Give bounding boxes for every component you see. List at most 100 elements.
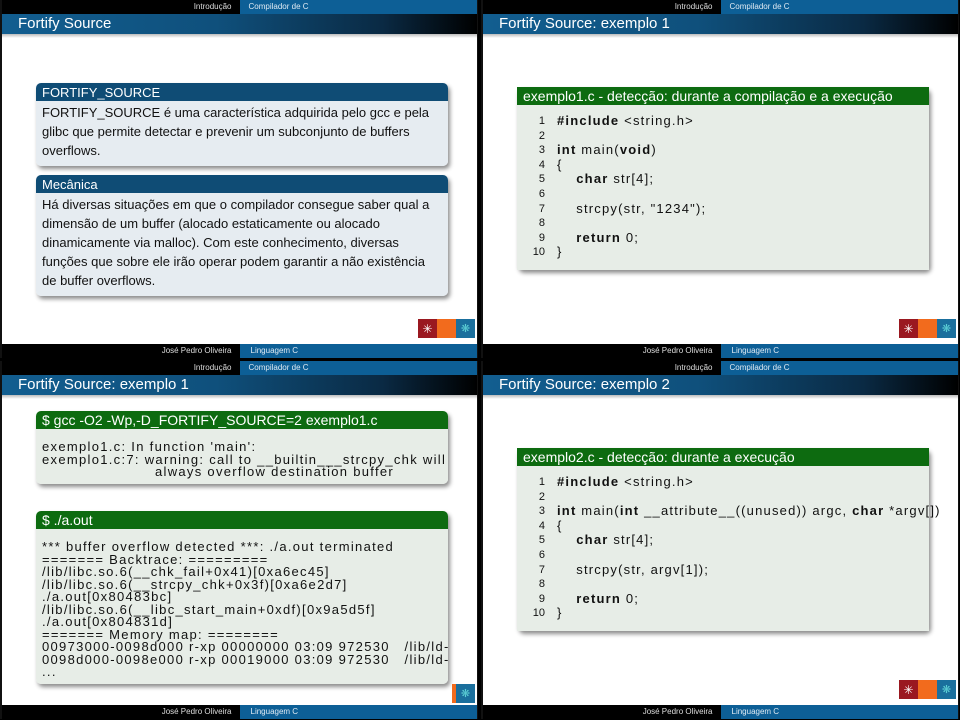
code-line: 4{ [539, 518, 923, 534]
terminal-line: /lib/libc.so.6(__libc_start_main+0xdf)[0… [42, 601, 376, 617]
code-text: 0; [621, 590, 640, 606]
line-number: 4 [538, 158, 545, 171]
code-line: 1 #include <string.h> [539, 113, 923, 129]
terminal-line: 00973000-0098d000 r-xp 00000000 03:09 97… [42, 639, 448, 654]
block-title: FORTIFY_SOURCE [36, 83, 448, 101]
code-line: 5 char str[4]; [539, 532, 923, 548]
nav-section-link[interactable]: Introdução [483, 0, 721, 14]
code-keyword: return [576, 229, 622, 245]
code-text: str[4]; [608, 532, 655, 548]
slide-title: Fortify Source: exemplo 1 [483, 14, 958, 38]
code-line: 10} [533, 605, 923, 621]
footer-author: José Pedro Oliveira [483, 705, 721, 719]
run-block: $ ./a.out *** buffer overflow detected *… [36, 511, 448, 684]
header-nav: Introdução Compilador de C [483, 361, 958, 375]
code-line: 6 [539, 187, 923, 202]
terminal-line: always overflow destination buffer [42, 464, 395, 479]
run-command: $ ./a.out [36, 511, 448, 529]
code-listing: 1 #include <string.h> 2 3 int main(int __att… [517, 466, 940, 631]
nav-section-link[interactable]: Introdução [2, 0, 240, 14]
university-logo-icon: ✳ [899, 319, 918, 338]
network-logo-icon: ❋ [456, 684, 475, 703]
code-line: 7 strcpy(str, argv[1]); [539, 562, 923, 578]
logo-strip: ✳ ❋ [899, 680, 956, 699]
footer-course: Linguagem C [239, 344, 477, 358]
logo-strip: ✳ ❋ [899, 319, 956, 338]
code-line: 6 [539, 548, 923, 563]
code-text: __attribute__((unused)) argc, [639, 503, 853, 519]
code-line: 2 [539, 490, 923, 505]
terminal-line: *** buffer overflow detected ***: ./a.ou… [42, 539, 395, 554]
code-text: ) [651, 142, 657, 158]
line-number: 6 [538, 187, 545, 200]
line-number: 1 [538, 115, 545, 127]
terminal-line: /lib/libc.so.6(__strcpy_chk+0x3f)[0xa6e2… [42, 576, 348, 592]
slide-title: Fortify Source [2, 14, 477, 38]
header-nav: Introdução Compilador de C [483, 0, 958, 14]
line-number: 10 [532, 607, 545, 620]
footer-course: Linguagem C [720, 705, 958, 719]
code-line: 2 [539, 129, 923, 144]
code-line: 9 return 0; [539, 590, 923, 607]
header-nav: Introdução Compilador de C [2, 0, 477, 14]
network-logo-icon: ❋ [937, 680, 956, 699]
footer-nav: José Pedro Oliveira Linguagem C [2, 344, 477, 358]
terminal-line: 0098d000-0098e000 r-xp 00019000 03:09 97… [42, 651, 448, 667]
line-number: 10 [532, 246, 545, 259]
line-number: 5 [538, 534, 545, 547]
line-number: 1 [538, 476, 545, 488]
code-line: 7 strcpy(str, "1234"); [539, 200, 923, 217]
code-keyword: char [852, 503, 885, 519]
university-logo-icon: ✳ [418, 319, 437, 338]
footer-course: Linguagem C [720, 344, 958, 358]
pentagon-logo-icon [918, 680, 937, 699]
line-number: 3 [538, 144, 545, 157]
slide-exemplo-1-run: Introdução Compilador de C Fortify Sourc… [0, 361, 478, 719]
line-number: 2 [538, 490, 545, 503]
code-text: str[4]; [608, 171, 655, 187]
code-text: { [557, 156, 563, 172]
block-mecanica: Mecânica Há diversas situações em que o … [36, 175, 448, 296]
line-number: 6 [538, 548, 545, 561]
university-logo-icon: ✳ [899, 680, 918, 699]
code-listing: 1 #include <string.h> 2 3 int main(void) 4{5 … [517, 105, 929, 270]
code-text: main( [576, 503, 620, 519]
footer-nav: José Pedro Oliveira Linguagem C [2, 705, 477, 719]
nav-section-link[interactable]: Introdução [483, 361, 721, 375]
code-line: 3 int main(int __attribute__((unused)) ar… [539, 503, 940, 519]
code-text: <string.h> [619, 474, 694, 489]
slide-exemplo-1-code: Introdução Compilador de C Fortify Sourc… [481, 0, 959, 358]
code-block-exemplo1: exemplo1.c - detecção: durante a compila… [517, 87, 929, 270]
line-number: 5 [538, 173, 545, 186]
network-logo-icon: ❋ [937, 319, 956, 338]
code-keyword: char [576, 171, 609, 187]
code-keyword: void [619, 142, 652, 158]
pentagon-logo-icon [437, 319, 456, 338]
block-body: FORTIFY_SOURCE é uma característica adqu… [36, 101, 448, 166]
nav-subsection-link[interactable]: Compilador de C [720, 0, 958, 14]
code-keyword: return [576, 590, 622, 606]
nav-section-link[interactable]: Introdução [2, 361, 240, 375]
code-text: 0; [621, 229, 640, 245]
footer-author: José Pedro Oliveira [2, 705, 240, 719]
footer-course: Linguagem C [239, 705, 477, 719]
code-text: strcpy(str, "1234"); [557, 200, 707, 216]
code-keyword: int [557, 142, 577, 158]
nav-subsection-link[interactable]: Compilador de C [239, 0, 477, 14]
code-line: 9 return 0; [539, 229, 923, 246]
line-number: 7 [538, 563, 545, 576]
code-text: } [557, 605, 563, 621]
block-fortify-source: FORTIFY_SOURCE FORTIFY_SOURCE é uma cara… [36, 83, 448, 166]
footer-nav: José Pedro Oliveira Linguagem C [483, 344, 958, 358]
line-number: 9 [538, 592, 545, 605]
code-keyword: char [576, 532, 609, 548]
nav-subsection-link[interactable]: Compilador de C [239, 361, 477, 375]
header-nav: Introdução Compilador de C [2, 361, 477, 375]
nav-subsection-link[interactable]: Compilador de C [720, 361, 958, 375]
code-text: } [557, 244, 563, 260]
compile-block: $ gcc -O2 -Wp,-D_FORTIFY_SOURCE=2 exempl… [36, 411, 448, 484]
